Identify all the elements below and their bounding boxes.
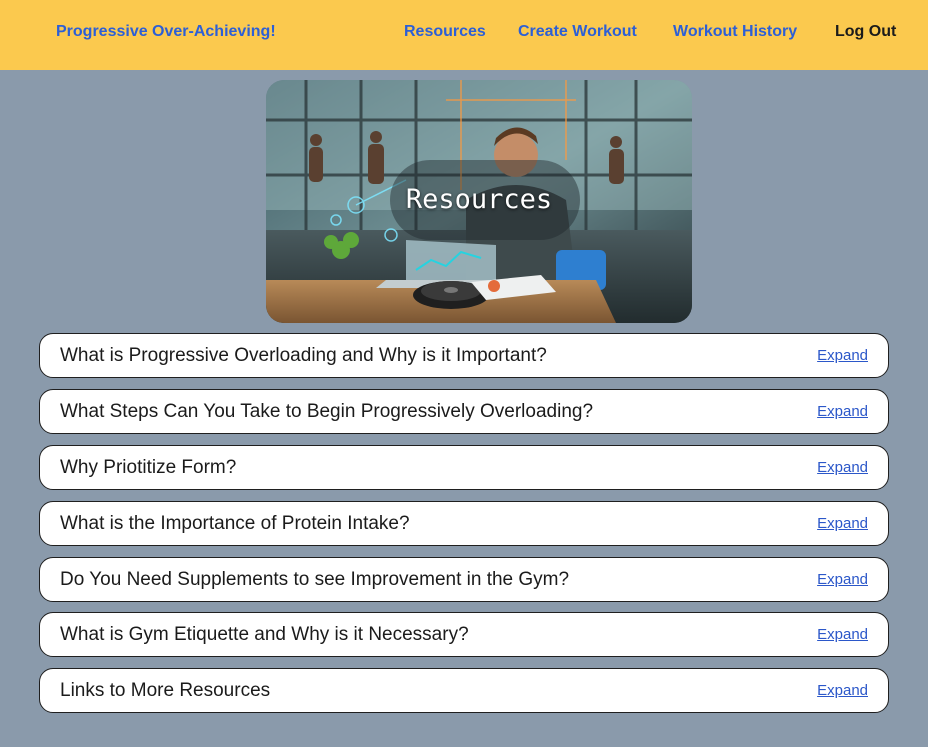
faq-question: Why Priotitize Form? [60, 457, 237, 478]
faq-item: What is the Importance of Protein Intake… [39, 501, 889, 546]
faq-item: What Steps Can You Take to Begin Progres… [39, 389, 889, 434]
faq-question: What is the Importance of Protein Intake… [60, 513, 410, 534]
faq-item: Why Priotitize Form? Expand [39, 445, 889, 490]
faq-item: Links to More Resources Expand [39, 668, 889, 713]
expand-link[interactable]: Expand [817, 347, 868, 364]
expand-link[interactable]: Expand [817, 459, 868, 476]
hero-banner: Resources [266, 80, 692, 323]
faq-question: Links to More Resources [60, 680, 271, 701]
faq-item: What is Gym Etiquette and Why is it Nece… [39, 612, 889, 657]
nav-link-resources[interactable]: Resources [404, 23, 486, 41]
brand-link[interactable]: Progressive Over-Achieving! [56, 23, 276, 41]
nav-link-create-workout[interactable]: Create Workout [518, 23, 637, 41]
page-title: Resources [405, 184, 553, 215]
faq-question: What Steps Can You Take to Begin Progres… [60, 401, 594, 422]
faq-question: Do You Need Supplements to see Improveme… [60, 569, 570, 590]
faq-item: What is Progressive Overloading and Why … [39, 333, 889, 378]
expand-link[interactable]: Expand [817, 515, 868, 532]
faq-question: What is Progressive Overloading and Why … [60, 345, 547, 366]
expand-link[interactable]: Expand [817, 626, 868, 643]
faq-item: Do You Need Supplements to see Improveme… [39, 557, 889, 602]
expand-link[interactable]: Expand [817, 403, 868, 420]
expand-link[interactable]: Expand [817, 682, 868, 699]
expand-link[interactable]: Expand [817, 571, 868, 588]
nav-link-workout-history[interactable]: Workout History [673, 23, 797, 41]
navbar: Progressive Over-Achieving! Resources Cr… [0, 0, 928, 70]
faq-question: What is Gym Etiquette and Why is it Nece… [60, 624, 469, 645]
nav-link-log-out[interactable]: Log Out [835, 23, 896, 41]
